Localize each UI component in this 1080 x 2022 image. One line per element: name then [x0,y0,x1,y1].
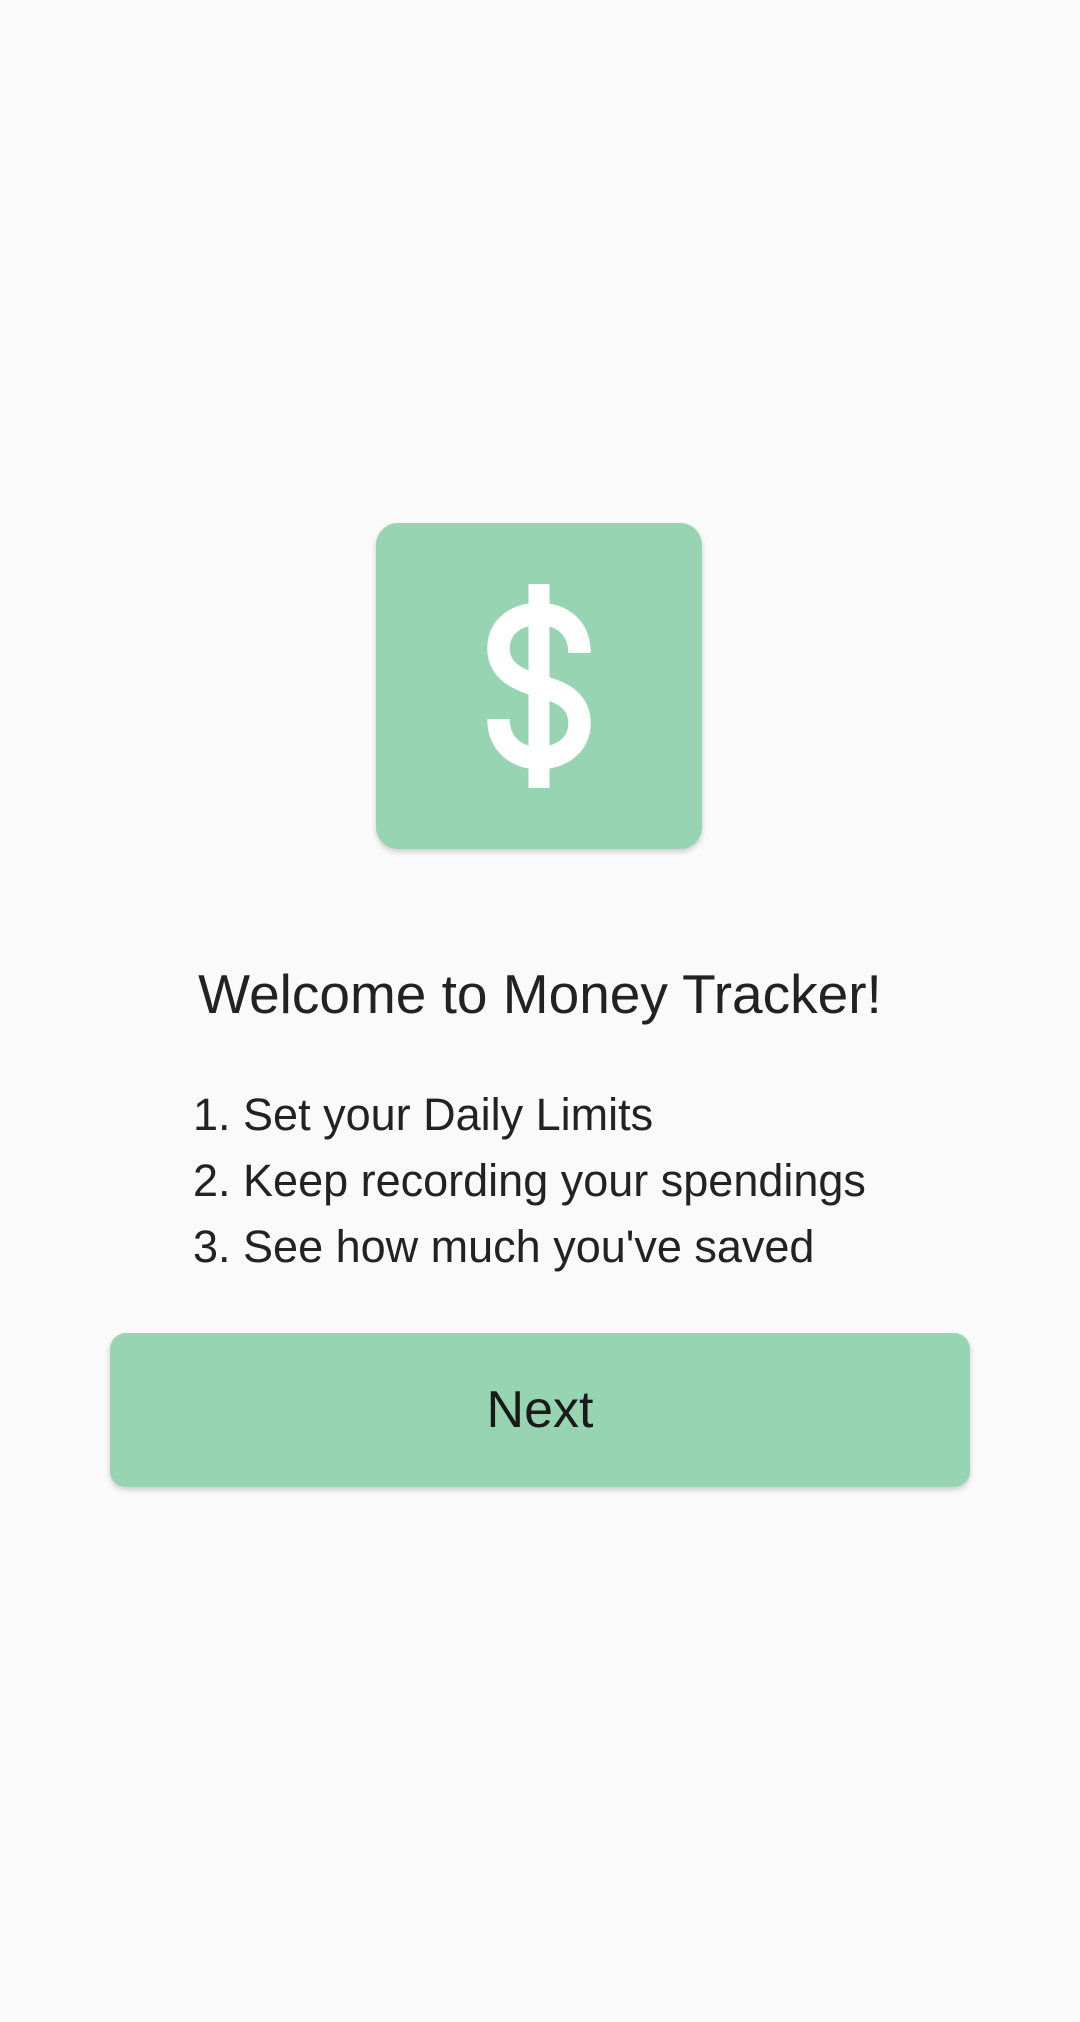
step-item: 1. Set your Daily Limits [193,1089,654,1140]
next-button[interactable]: Next [110,1333,970,1487]
next-button-label: Next [486,1381,594,1439]
dollar-sign-icon [487,584,591,788]
welcome-title: Welcome to Money Tracker! [198,963,882,1025]
app-logo [376,523,702,849]
onboarding-screen: Welcome to Money Tracker! 1. Set your Da… [0,0,1080,2022]
step-item: 3. See how much you've saved [193,1221,815,1272]
step-item: 2. Keep recording your spendings [193,1155,866,1206]
steps-list: 1. Set your Daily Limits 2. Keep recordi… [193,1082,866,1280]
